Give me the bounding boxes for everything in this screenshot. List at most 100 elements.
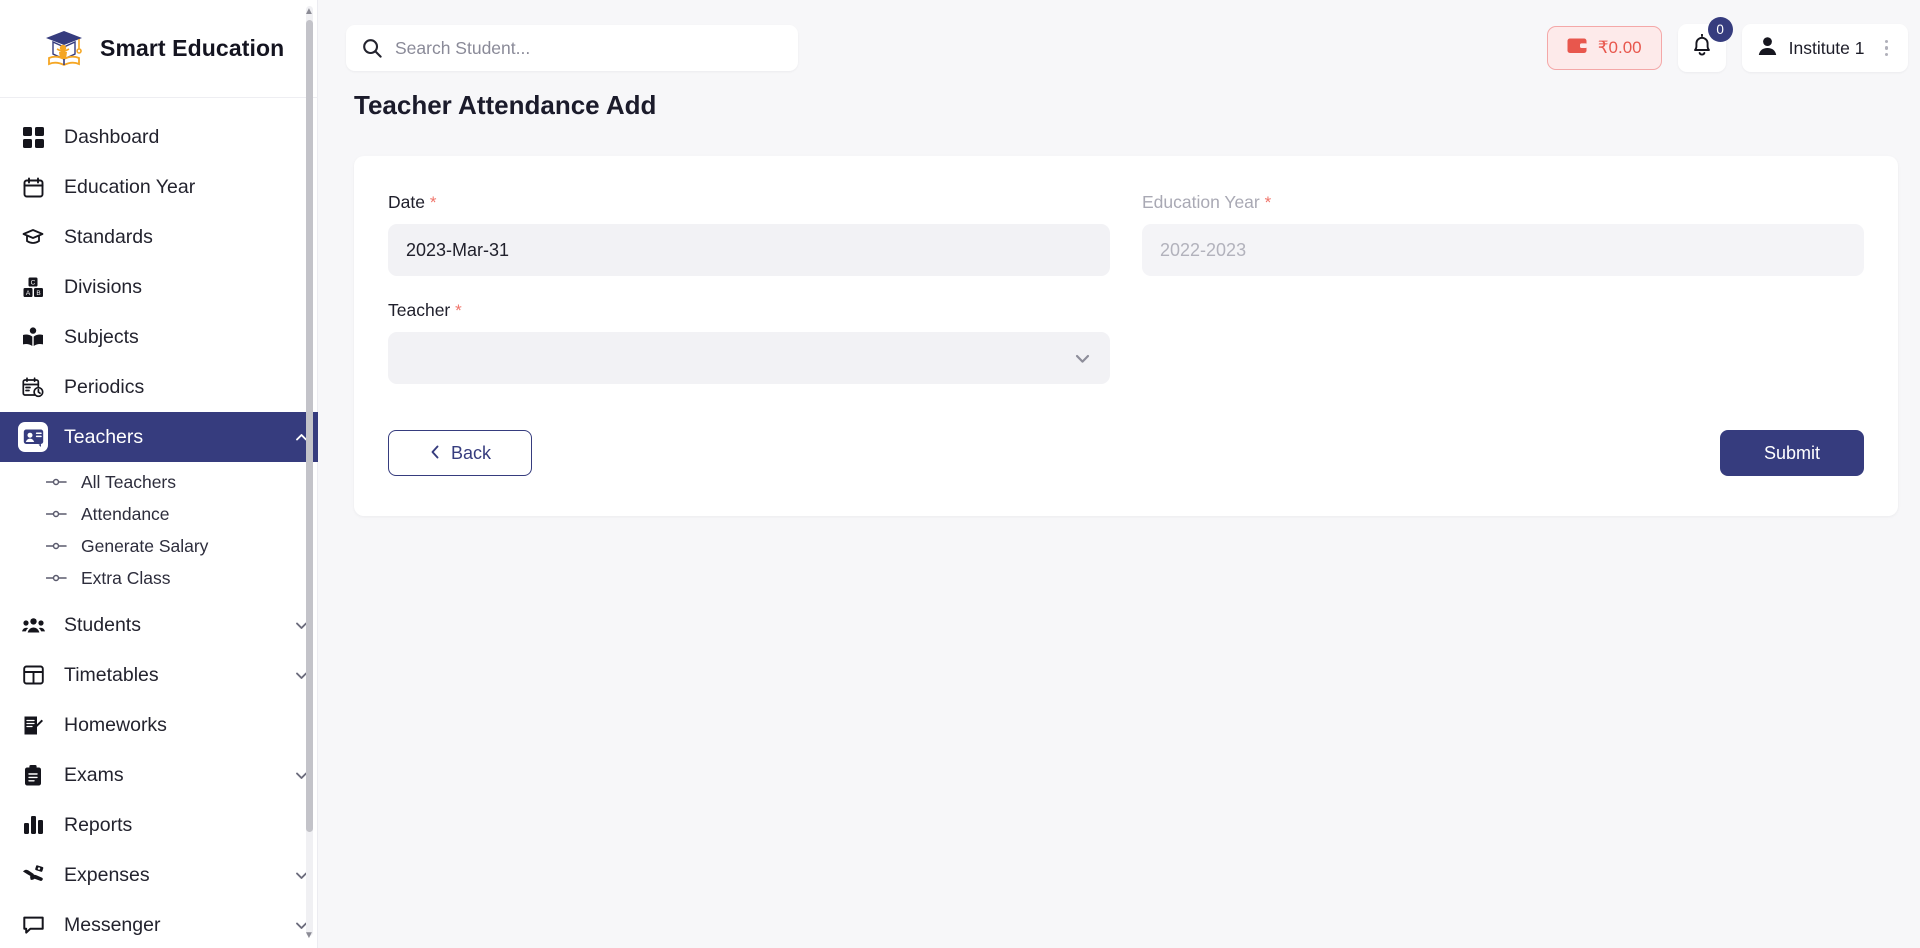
- sidebar-item-label: Timetables: [64, 663, 159, 686]
- kebab-menu-icon[interactable]: [1877, 39, 1897, 57]
- svg-text:A: A: [25, 290, 30, 297]
- date-label-text: Date: [388, 192, 425, 212]
- date-field-group: Date * 2023-Mar-31: [388, 192, 1110, 276]
- date-input[interactable]: 2023-Mar-31: [388, 224, 1110, 276]
- chevron-down-icon[interactable]: [1073, 349, 1092, 368]
- required-asterisk: *: [429, 193, 437, 212]
- submenu-bullet-icon: [46, 478, 68, 486]
- page-title: Teacher Attendance Add: [354, 90, 657, 120]
- education-year-label: Education Year *: [1142, 192, 1864, 213]
- sidebar-item-label: Standards: [64, 225, 153, 248]
- required-asterisk: *: [455, 301, 462, 320]
- sidebar-subitem-generate-salary[interactable]: Generate Salary: [0, 530, 318, 562]
- account-menu[interactable]: Institute 1: [1741, 24, 1908, 72]
- sidebar-item-education-year[interactable]: Education Year: [0, 162, 318, 212]
- form-row-2: Teacher *: [388, 300, 1864, 384]
- sidebar-item-homeworks[interactable]: Homeworks: [0, 700, 318, 750]
- sidebar-item-label: Expenses: [64, 863, 150, 886]
- scroll-up-arrow-icon[interactable]: ▲: [303, 6, 315, 18]
- sidebar-item-timetables[interactable]: Timetables: [0, 650, 318, 700]
- svg-text:B: B: [36, 290, 40, 297]
- chat-bubble-icon: [18, 910, 48, 940]
- sidebar-item-messenger[interactable]: Messenger: [0, 900, 318, 948]
- wallet-icon: [1567, 37, 1587, 59]
- attendance-form-card: Date * 2023-Mar-31 Education Year * 2022…: [354, 156, 1898, 516]
- sidebar-item-standards[interactable]: Standards: [0, 212, 318, 262]
- back-button-label: Back: [450, 442, 492, 463]
- notification-count-badge: 0: [1707, 17, 1733, 42]
- education-year-field-group: Education Year * 2022-2023: [1142, 192, 1864, 276]
- teacher-label-text: Teacher: [388, 300, 451, 320]
- sidebar-subitem-extra-class[interactable]: Extra Class: [0, 562, 318, 594]
- submenu-bullet-icon: [46, 510, 68, 518]
- teacher-field-group: Teacher *: [388, 300, 1110, 384]
- back-button[interactable]: Back: [388, 430, 532, 476]
- submenu-bullet-icon: [46, 574, 68, 582]
- form-row-1: Date * 2023-Mar-31 Education Year * 2022…: [388, 192, 1864, 276]
- sidebar-scroll-area: Smart Education Dashboard Education Year…: [0, 0, 318, 948]
- search-icon: [362, 38, 382, 58]
- chevron-left-icon: [429, 443, 442, 464]
- svg-text:C: C: [30, 279, 35, 286]
- scroll-down-arrow-icon[interactable]: ▼: [303, 930, 315, 942]
- graduation-cap-icon: [18, 222, 48, 252]
- search-box[interactable]: [346, 25, 798, 71]
- form-spacer: [1142, 300, 1864, 384]
- sidebar-scrollbar-thumb[interactable]: [306, 20, 313, 832]
- clipboard-icon: [18, 760, 48, 790]
- sidebar-item-dashboard[interactable]: Dashboard: [0, 112, 318, 162]
- sidebar-item-divisions[interactable]: C A B Divisions: [0, 262, 318, 312]
- open-book-icon: [18, 322, 48, 352]
- sidebar-subitem-label: Generate Salary: [81, 535, 209, 556]
- sidebar-subitem-all-teachers[interactable]: All Teachers: [0, 466, 318, 498]
- sidebar-item-periodics[interactable]: Periodics: [0, 362, 318, 412]
- topbar: ₹0.00 0: [318, 0, 1920, 96]
- teacher-board-icon: [18, 422, 48, 452]
- blocks-icon: C A B: [18, 272, 48, 302]
- hand-money-icon: [18, 860, 48, 890]
- sidebar-item-expenses[interactable]: Expenses: [0, 850, 318, 900]
- person-icon: [1758, 36, 1777, 61]
- teacher-select[interactable]: [388, 332, 1110, 384]
- people-icon: [18, 610, 48, 640]
- education-year-label-text: Education Year: [1142, 192, 1260, 212]
- sidebar-subitem-attendance[interactable]: Attendance: [0, 498, 318, 530]
- submenu-bullet-icon: [46, 542, 68, 550]
- form-actions: Back Submit: [388, 430, 1864, 476]
- sidebar-item-teachers[interactable]: Teachers: [0, 412, 318, 462]
- notifications-button[interactable]: 0: [1677, 17, 1733, 72]
- sidebar-item-label: Periodics: [64, 375, 145, 398]
- sidebar-subitem-label: All Teachers: [81, 471, 177, 492]
- sidebar-item-subjects[interactable]: Subjects: [0, 312, 318, 362]
- calendar-clock-icon: [18, 372, 48, 402]
- brand-title: Smart Education: [100, 35, 285, 61]
- bell-icon: [1691, 33, 1713, 62]
- document-pen-icon: [18, 710, 48, 740]
- sidebar-item-label: Divisions: [64, 275, 143, 298]
- wallet-balance-button[interactable]: ₹0.00: [1546, 26, 1662, 70]
- grid-icon: [18, 122, 48, 152]
- sidebar-item-label: Students: [64, 613, 141, 636]
- sidebar-item-exams[interactable]: Exams: [0, 750, 318, 800]
- main-content: ₹0.00 0: [318, 0, 1920, 948]
- brand[interactable]: Smart Education: [0, 0, 318, 98]
- sidebar-item-label: Teachers: [64, 425, 144, 448]
- sidebar-item-students[interactable]: Students: [0, 600, 318, 650]
- sidebar-item-reports[interactable]: Reports: [0, 800, 318, 850]
- search-input[interactable]: [395, 37, 782, 59]
- education-year-input: 2022-2023: [1142, 224, 1864, 276]
- teacher-label: Teacher *: [388, 300, 1110, 321]
- account-name: Institute 1: [1788, 37, 1865, 58]
- bar-chart-icon: [18, 810, 48, 840]
- teachers-submenu: All Teachers Attendance Generate Salary: [0, 462, 318, 600]
- education-year-value: 2022-2023: [1160, 239, 1247, 260]
- submit-button[interactable]: Submit: [1720, 430, 1864, 476]
- required-asterisk: *: [1264, 193, 1272, 212]
- sidebar-item-label: Messenger: [64, 913, 161, 936]
- sidebar-item-label: Dashboard: [64, 125, 160, 148]
- sidebar-item-label: Education Year: [64, 175, 196, 198]
- sidebar-subitem-label: Attendance: [81, 503, 170, 524]
- wallet-amount: ₹0.00: [1597, 38, 1642, 57]
- app-root: Smart Education Dashboard Education Year…: [0, 0, 1920, 948]
- sidebar-nav: Dashboard Education Year Standards C A B…: [0, 98, 318, 948]
